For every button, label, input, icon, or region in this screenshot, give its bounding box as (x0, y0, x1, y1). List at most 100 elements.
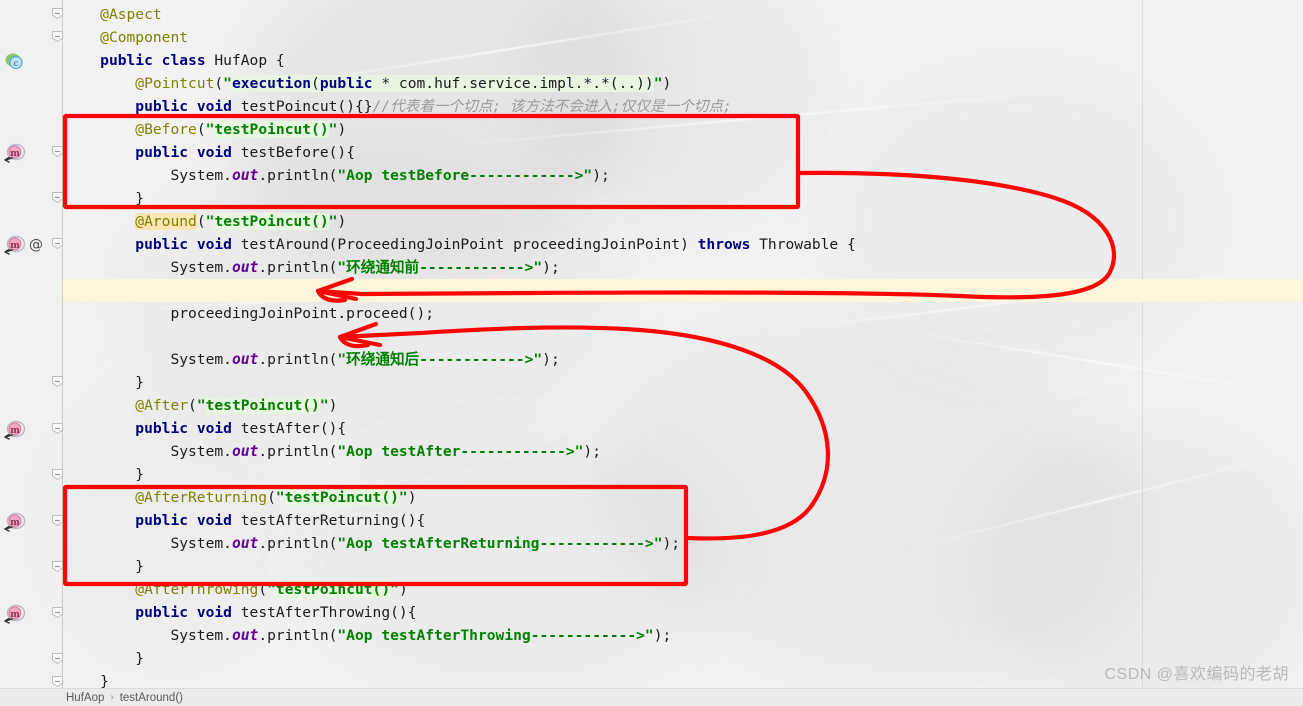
method-override-icon[interactable]: m (3, 143, 26, 163)
code-line[interactable]: public void testBefore(){ (63, 141, 1303, 164)
fold-marker[interactable] (52, 676, 63, 687)
code-token: } (135, 190, 145, 207)
code-line[interactable]: System.out.println("环绕通知后------------>")… (63, 348, 1303, 371)
code-line[interactable]: @Around("testPoincut()") (63, 210, 1303, 233)
code-line[interactable] (63, 325, 1303, 348)
code-line[interactable]: @Before("testPoincut()") (63, 118, 1303, 141)
code-token: testAfterThrowing(){ (231, 604, 417, 621)
code-line[interactable]: } (63, 187, 1303, 210)
code-token: HufAop { (205, 52, 285, 69)
code-line[interactable]: public void testAfterThrowing(){ (63, 601, 1303, 624)
fold-marker[interactable] (52, 376, 63, 387)
code-token: System. (170, 351, 232, 368)
code-line[interactable]: @Pointcut("execution(public * com.huf.se… (63, 72, 1303, 95)
code-line[interactable]: public void testAfterReturning(){ (63, 509, 1303, 532)
fold-marker[interactable] (52, 8, 63, 19)
code-token: @Component (100, 29, 189, 46)
code-line[interactable]: @AfterThrowing("testPoincut()") (63, 578, 1303, 601)
fold-marker[interactable] (52, 238, 63, 249)
fold-marker[interactable] (52, 515, 63, 526)
code-token: testPoincut() (275, 581, 391, 598)
code-token: testPoincut() (214, 121, 329, 138)
code-token: ) (337, 121, 347, 138)
fold-marker[interactable] (52, 561, 63, 572)
fold-marker[interactable] (52, 146, 63, 157)
svg-text:@: @ (29, 237, 43, 253)
code-text-area[interactable]: @Aspect @Component public class HufAop {… (63, 0, 1303, 690)
code-token: void (196, 236, 232, 253)
code-token: testAround(ProceedingJoinPoint proceedin… (231, 236, 698, 253)
breadcrumb-class[interactable]: HufAop (66, 692, 104, 704)
method-override-icon[interactable]: m (3, 512, 26, 532)
code-token: ( (258, 581, 268, 598)
code-token: "Aop testAfterThrowing------------>" (337, 627, 654, 644)
code-line[interactable]: System.out.println("Aop testAfter-------… (63, 440, 1303, 463)
code-line[interactable]: public void testAfter(){ (63, 417, 1303, 440)
code-token: ) (398, 581, 408, 598)
code-line[interactable] (63, 279, 1303, 302)
code-token: public (135, 512, 189, 529)
code-line[interactable]: System.out.println("Aop testAfterReturni… (63, 532, 1303, 555)
fold-marker[interactable] (52, 31, 63, 42)
code-token: .println( (258, 535, 338, 552)
code-token: void (196, 420, 232, 437)
code-token: throws (697, 236, 751, 253)
editor-gutter[interactable] (45, 0, 63, 688)
at-annotation-icon[interactable]: @ (27, 235, 47, 255)
class-marker-icon[interactable]: c (4, 52, 24, 72)
code-token: " (223, 75, 232, 92)
code-token: //代表着一个切点; 该方法不会进入;仅仅是一个切点; (372, 98, 732, 115)
code-line[interactable]: @Component (63, 26, 1303, 49)
code-line[interactable]: } (63, 463, 1303, 486)
code-token: testBefore(){ (231, 144, 355, 161)
method-override-icon[interactable]: m (3, 420, 26, 440)
code-line[interactable]: @Aspect (63, 3, 1303, 26)
code-line[interactable]: System.out.println("环绕通知前------------>")… (63, 256, 1303, 279)
code-token: ( (311, 75, 320, 92)
code-token: ) (328, 397, 338, 414)
code-line[interactable]: } (63, 371, 1303, 394)
code-token: testAfter(){ (231, 420, 347, 437)
code-token: out (231, 351, 259, 368)
code-token: " (319, 397, 329, 414)
code-line[interactable]: @After("testPoincut()") (63, 394, 1303, 417)
code-token: ); (662, 535, 681, 552)
code-line[interactable]: proceedingJoinPoint.proceed(); (63, 302, 1303, 325)
code-token: ( (188, 397, 197, 414)
code-line[interactable]: public void testAround(ProceedingJoinPoi… (63, 233, 1303, 256)
code-token: out (231, 443, 259, 460)
code-token: "环绕通知前------------>" (337, 259, 543, 276)
code-line[interactable]: System.out.println("Aop testAfterThrowin… (63, 624, 1303, 647)
fold-marker[interactable] (52, 653, 63, 664)
fold-marker[interactable] (52, 469, 63, 480)
code-token: ) (337, 213, 347, 230)
method-override-icon[interactable]: m (3, 235, 26, 255)
code-line[interactable]: public class HufAop { (63, 49, 1303, 72)
code-token: public (319, 75, 373, 92)
breadcrumb-method[interactable]: testAround() (120, 692, 183, 704)
fold-marker[interactable] (52, 423, 63, 434)
fold-marker[interactable] (52, 192, 63, 203)
code-line[interactable]: } (63, 555, 1303, 578)
code-line[interactable]: public void testPoincut(){}//代表着一个切点; 该方… (63, 95, 1303, 118)
code-token: public (135, 144, 189, 161)
fold-marker[interactable] (52, 607, 63, 618)
code-token: @Around (135, 213, 197, 230)
code-token: "Aop testBefore------------>" (337, 167, 593, 184)
method-override-icon[interactable]: m (3, 604, 26, 624)
code-line[interactable]: @AfterReturning("testPoincut()") (63, 486, 1303, 509)
code-token: @Aspect (100, 6, 162, 23)
code-line[interactable]: System.out.println("Aop testBefore------… (63, 164, 1303, 187)
